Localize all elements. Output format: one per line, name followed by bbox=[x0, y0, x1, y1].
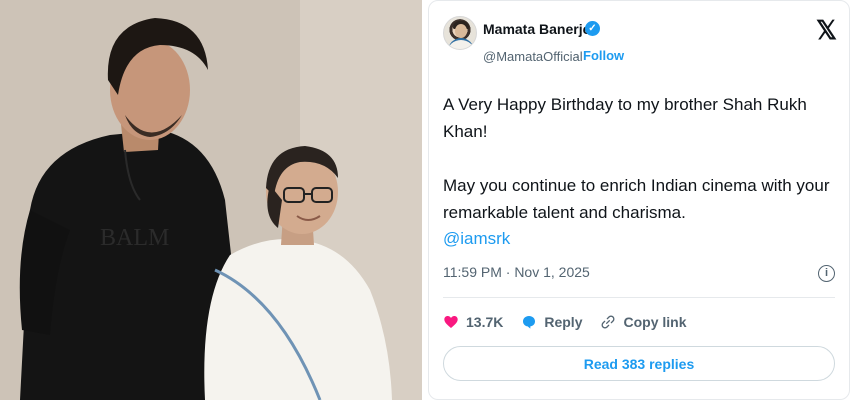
speech-bubble-icon bbox=[523, 316, 536, 329]
like-button[interactable]: 13.7K bbox=[443, 314, 503, 330]
copy-link-button[interactable]: Copy link bbox=[600, 314, 687, 330]
author-name[interactable]: Mamata Banerjee bbox=[483, 21, 598, 37]
shirt-print-text: BALM bbox=[100, 225, 169, 251]
tweet-text-line: A Very Happy Birthday to my brother Shah… bbox=[443, 95, 807, 141]
copy-link-label: Copy link bbox=[623, 314, 687, 330]
x-logo-icon[interactable]: 𝕏 bbox=[816, 15, 837, 45]
likes-count: 13.7K bbox=[466, 314, 504, 330]
photo-illustration: BALM bbox=[0, 0, 422, 400]
heart-icon bbox=[444, 316, 458, 328]
mention-link[interactable]: @iamsrk bbox=[443, 229, 510, 249]
read-replies-button[interactable]: Read 383 replies bbox=[443, 346, 835, 381]
tweet-timestamp[interactable]: 11:59 PM · Nov 1, 2025 bbox=[443, 264, 590, 280]
check-badge-icon: ✓ bbox=[585, 21, 600, 36]
tweet-text: A Very Happy Birthday to my brother Shah… bbox=[443, 91, 838, 226]
tweet-card: Mamata Banerjee ✓ @MamataOfficial · Foll… bbox=[428, 0, 850, 400]
author-handle[interactable]: @MamataOfficial bbox=[483, 49, 583, 64]
author-avatar[interactable] bbox=[443, 16, 477, 50]
tweet-actions: 13.7K Reply Copy link bbox=[443, 310, 705, 334]
divider bbox=[443, 297, 835, 298]
reply-button[interactable]: Reply bbox=[521, 314, 582, 330]
follow-button[interactable]: Follow bbox=[583, 48, 624, 63]
handle-separator: · bbox=[575, 49, 580, 64]
tweet-text-line: May you continue to enrich Indian cinema… bbox=[443, 176, 830, 222]
info-icon[interactable]: i bbox=[818, 265, 835, 282]
news-photo: BALM bbox=[0, 0, 422, 400]
link-icon bbox=[602, 315, 615, 329]
reply-label: Reply bbox=[544, 314, 583, 330]
